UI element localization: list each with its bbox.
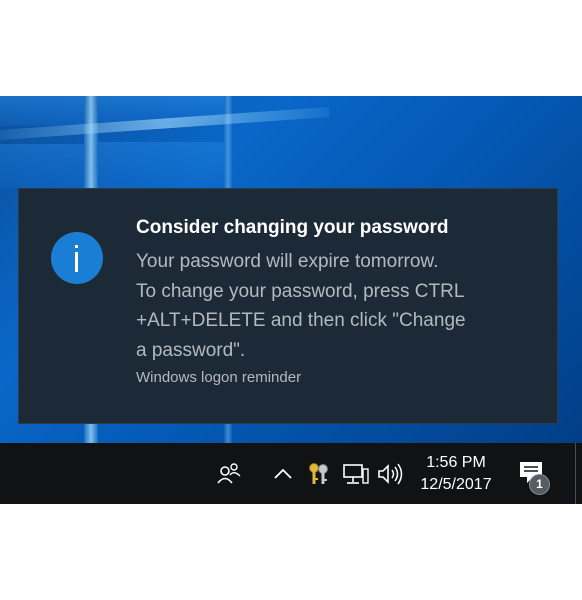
notification-body-line: To change your password, press CTRL [136, 280, 465, 302]
info-icon-stem [75, 252, 78, 272]
people-icon[interactable] [216, 461, 242, 487]
notification-body: Your password will expire tomorrow. To c… [136, 247, 526, 365]
notification-body-line: +ALT+DELETE and then click "Change [136, 310, 466, 331]
desktop-wallpaper: Consider changing your password Your pas… [0, 96, 582, 443]
notification-count-badge: 1 [529, 474, 550, 495]
clock-date: 12/5/2017 [420, 476, 492, 493]
notification-title: Consider changing your password [136, 217, 449, 238]
wallpaper-pane [0, 144, 84, 188]
notification-source: Windows logon reminder [136, 369, 302, 386]
network-icon[interactable] [342, 461, 370, 487]
wallpaper-pane [98, 142, 224, 188]
screen: Consider changing your password Your pas… [0, 96, 582, 504]
info-icon-dot [75, 245, 78, 248]
show-desktop-button[interactable] [575, 443, 576, 504]
wallpaper-pane [0, 96, 84, 126]
info-icon [51, 232, 103, 284]
taskbar-clock[interactable]: 1:56 PM 12/5/2017 [410, 452, 502, 496]
taskbar: 1:56 PM 12/5/2017 1 [0, 443, 582, 504]
clock-time: 1:56 PM [426, 454, 486, 471]
action-center-button[interactable]: 1 [515, 459, 555, 495]
notification-body-line: a password". [136, 339, 246, 361]
password-expiry-notification[interactable]: Consider changing your password Your pas… [18, 188, 558, 424]
chevron-up-icon[interactable] [272, 461, 294, 487]
notification-body-line: Your password will expire tomorrow. [136, 251, 439, 272]
keys-icon[interactable] [306, 461, 332, 487]
volume-icon[interactable] [376, 461, 406, 487]
